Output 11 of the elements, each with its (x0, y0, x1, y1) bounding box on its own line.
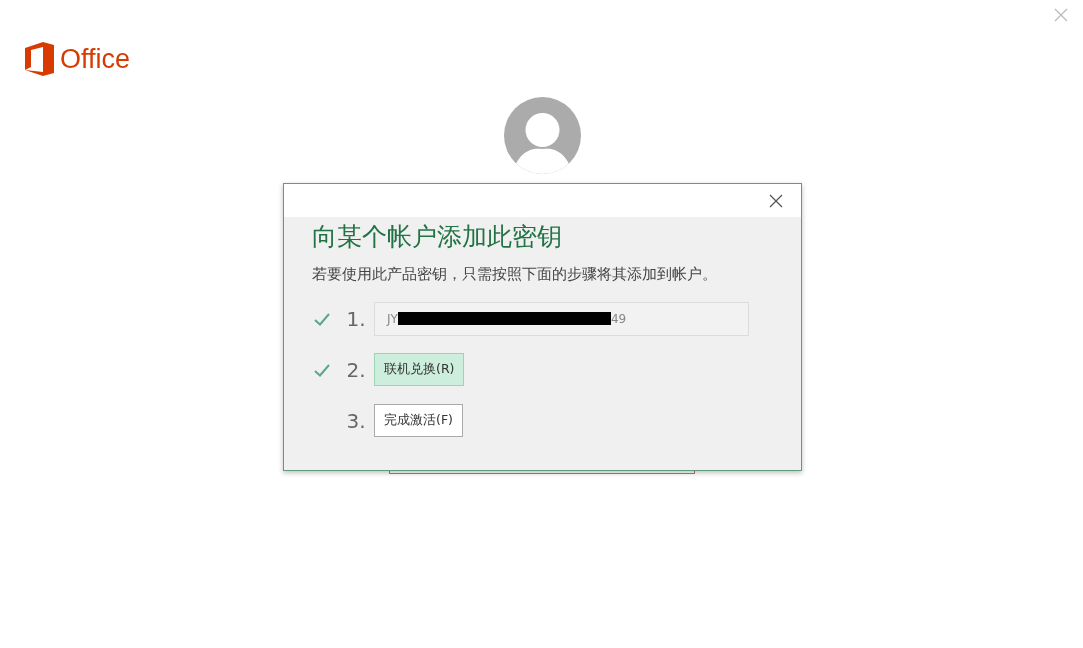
dialog-description: 若要使用此产品密钥，只需按照下面的步骤将其添加到帐户。 (312, 265, 718, 284)
logo-icon (25, 42, 54, 76)
logo-text: Office (60, 45, 131, 73)
close-button[interactable] (769, 194, 783, 208)
step-button[interactable]: 联机兑换(R) (374, 353, 465, 387)
step-number: 1. (345, 305, 367, 333)
step-number: 3. (345, 407, 367, 435)
step-number: 2. (345, 356, 367, 384)
dialog-title: 向某个帐户添加此密钥 (312, 221, 563, 253)
step-button[interactable]: 完成激活(F) (374, 404, 463, 438)
product-key-field: JY 49 (374, 301, 749, 336)
